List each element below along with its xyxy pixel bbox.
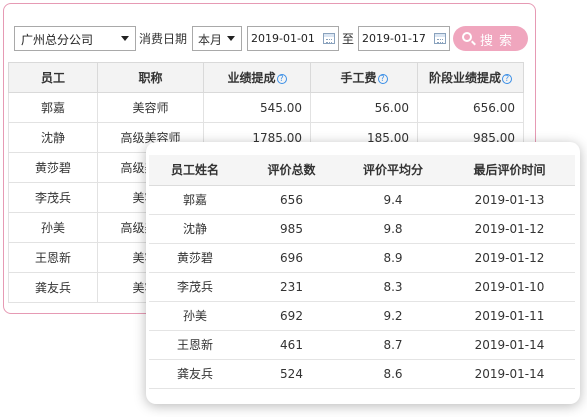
title-cell: 美容师 — [97, 92, 204, 123]
review-count-cell: 696 — [241, 243, 342, 273]
store-select[interactable]: 广州总分公司 — [14, 26, 136, 51]
commission-cell: 545.00 — [203, 92, 311, 123]
date-range-separator: 至 — [342, 32, 355, 46]
average-score-cell: 9.2 — [342, 301, 444, 331]
filter-toolbar: 广州总分公司 消费日期 本月 2019-01-01 至 2019-01-17 搜… — [4, 4, 535, 62]
end-date-input[interactable]: 2019-01-17 — [358, 26, 450, 51]
column-header[interactable]: 手工费? — [310, 62, 418, 93]
last-review-date-cell: 2019-01-11 — [444, 301, 575, 331]
chevron-down-icon — [227, 36, 235, 41]
column-header[interactable]: 评价平均分 — [342, 155, 444, 186]
column-header[interactable]: 评价总数 — [241, 155, 342, 186]
column-header[interactable]: 员工姓名 — [149, 155, 241, 186]
column-header[interactable]: 员工 — [8, 62, 98, 93]
start-date-value: 2019-01-01 — [251, 32, 315, 45]
employee-name-cell: 郭嘉 — [149, 185, 241, 215]
average-score-cell: 8.7 — [342, 330, 444, 360]
last-review-date-cell: 2019-01-14 — [444, 330, 575, 360]
last-review-date-cell: 2019-01-10 — [444, 272, 575, 302]
calendar-icon[interactable] — [323, 33, 335, 44]
table-row[interactable]: 郭嘉 656 9.4 2019-01-13 — [149, 185, 575, 215]
column-header[interactable]: 最后评价时间 — [444, 155, 575, 186]
table-row[interactable]: 李茂兵 231 8.3 2019-01-10 — [149, 272, 575, 302]
average-score-cell: 9.4 — [342, 185, 444, 215]
review-count-cell: 524 — [241, 359, 342, 389]
average-score-cell: 8.6 — [342, 359, 444, 389]
column-header[interactable]: 职称 — [97, 62, 204, 93]
help-icon[interactable]: ? — [276, 74, 287, 84]
employee-cell: 沈静 — [8, 122, 98, 153]
search-button[interactable]: 搜索 — [453, 26, 528, 51]
help-icon[interactable]: ? — [377, 74, 388, 84]
stage-commission-cell: 656.00 — [417, 92, 524, 123]
employee-cell: 王恩新 — [8, 242, 98, 273]
table-row[interactable]: 龚友兵 524 8.6 2019-01-14 — [149, 359, 575, 389]
table-row[interactable]: 沈静 985 9.8 2019-01-12 — [149, 214, 575, 244]
search-button-label: 搜索 — [480, 34, 519, 49]
table-row[interactable]: 孙美 692 9.2 2019-01-11 — [149, 301, 575, 331]
handwork-fee-cell: 56.00 — [310, 92, 418, 123]
review-count-cell: 985 — [241, 214, 342, 244]
table-row[interactable]: 郭嘉 美容师 545.00 56.00 656.00 — [8, 92, 524, 123]
employee-name-cell: 王恩新 — [149, 330, 241, 360]
table-header-row: 员工 职称 业绩提成? 手工费? 阶段业绩提成? — [8, 62, 524, 93]
last-review-date-cell: 2019-01-12 — [444, 214, 575, 244]
average-score-cell: 8.3 — [342, 272, 444, 302]
period-select-value: 本月 — [198, 33, 223, 47]
employee-cell: 郭嘉 — [8, 92, 98, 123]
table-row[interactable]: 黄莎碧 696 8.9 2019-01-12 — [149, 243, 575, 273]
chevron-down-icon — [121, 36, 129, 41]
last-review-date-cell: 2019-01-13 — [444, 185, 575, 215]
column-header[interactable]: 阶段业绩提成? — [417, 62, 524, 93]
table-header-row: 员工姓名 评价总数 评价平均分 最后评价时间 — [149, 155, 575, 186]
employee-cell: 李茂兵 — [8, 182, 98, 213]
average-score-cell: 9.8 — [342, 214, 444, 244]
start-date-input[interactable]: 2019-01-01 — [247, 26, 339, 51]
period-select[interactable]: 本月 — [192, 26, 242, 51]
date-label: 消费日期 — [139, 32, 188, 46]
calendar-icon[interactable] — [434, 33, 446, 44]
employee-name-cell: 黄莎碧 — [149, 243, 241, 273]
last-review-date-cell: 2019-01-12 — [444, 243, 575, 273]
store-select-value: 广州总分公司 — [21, 33, 94, 47]
employee-cell: 孙美 — [8, 212, 98, 243]
table-row[interactable]: 王恩新 461 8.7 2019-01-14 — [149, 330, 575, 360]
employee-cell: 黄莎碧 — [8, 152, 98, 183]
employee-cell: 龚友兵 — [8, 272, 98, 303]
search-icon — [462, 32, 472, 42]
average-score-cell: 8.9 — [342, 243, 444, 273]
review-count-cell: 231 — [241, 272, 342, 302]
end-date-value: 2019-01-17 — [362, 32, 426, 45]
evaluation-popup: 员工姓名 评价总数 评价平均分 最后评价时间 郭嘉 656 9.4 2019-01-1… — [146, 142, 580, 404]
column-header[interactable]: 业绩提成? — [203, 62, 311, 93]
help-icon[interactable]: ? — [502, 74, 512, 84]
employee-name-cell: 孙美 — [149, 301, 241, 331]
review-count-cell: 692 — [241, 301, 342, 331]
review-count-cell: 656 — [241, 185, 342, 215]
employee-name-cell: 李茂兵 — [149, 272, 241, 302]
employee-name-cell: 龚友兵 — [149, 359, 241, 389]
review-count-cell: 461 — [241, 330, 342, 360]
evaluation-table: 员工姓名 评价总数 评价平均分 最后评价时间 郭嘉 656 9.4 2019-01-1… — [149, 155, 575, 389]
employee-name-cell: 沈静 — [149, 214, 241, 244]
last-review-date-cell: 2019-01-14 — [444, 359, 575, 389]
